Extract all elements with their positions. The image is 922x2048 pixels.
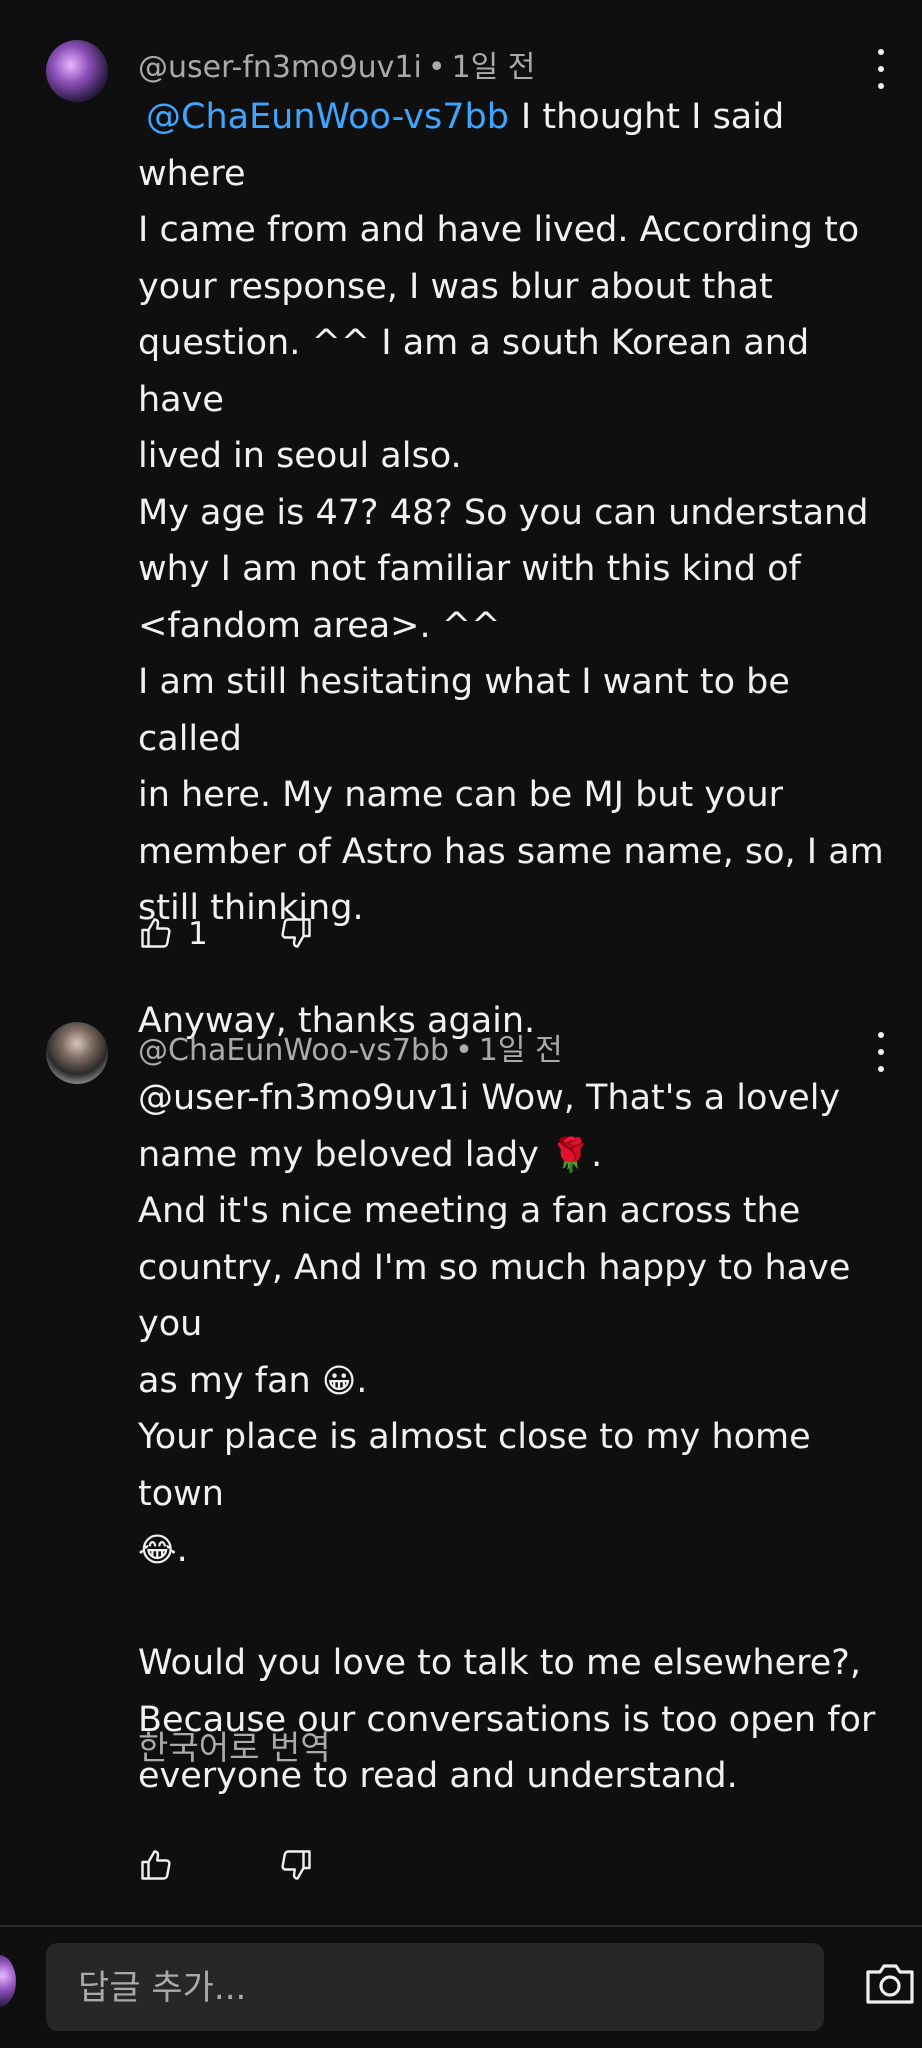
tears-of-joy-icon: 😂 xyxy=(138,1530,177,1569)
comment-actions xyxy=(138,1846,338,1890)
divider xyxy=(0,1925,922,1927)
comment-text-line: name my beloved lady xyxy=(138,1134,539,1175)
comment-text-line: country, And I'm so much happy to have y… xyxy=(138,1247,851,1345)
commenter-avatar[interactable] xyxy=(46,1022,108,1084)
comment-text-line: Wow, That's a lovely xyxy=(481,1078,841,1118)
comment-text-line: why I am not familiar with this kind of xyxy=(138,549,801,589)
thumbs-up-icon[interactable] xyxy=(138,914,174,952)
comment-text-line: Your place is almost close to my home to… xyxy=(138,1417,811,1514)
more-options-icon[interactable] xyxy=(866,49,896,89)
separator-dot: • xyxy=(427,50,446,85)
more-options-icon[interactable] xyxy=(866,1032,896,1072)
thumbs-up-icon[interactable] xyxy=(138,1846,174,1884)
comment-text-line: as my fan xyxy=(138,1360,311,1401)
comment-text-line: And it's nice meeting a fan across the xyxy=(138,1191,801,1231)
comment-time: 1일 전 xyxy=(478,1033,563,1068)
comment-author[interactable]: @ChaEunWoo-vs7bb xyxy=(138,1033,449,1068)
comment-author[interactable]: @user-fn3mo9uv1i xyxy=(138,50,422,85)
comment-text-line: lived in seoul also. xyxy=(138,436,462,476)
comment-time: 1일 전 xyxy=(451,50,536,85)
reply-box[interactable] xyxy=(46,1943,824,2033)
comment-header: @ChaEunWoo-vs7bb • 1일 전 xyxy=(138,1025,563,1069)
commenter-avatar[interactable] xyxy=(46,40,108,102)
comment-text-line: member of Astro has same name, so, I am xyxy=(138,831,884,872)
camera-icon[interactable] xyxy=(864,1962,916,2006)
thumbs-down-icon[interactable] xyxy=(278,914,314,952)
my-avatar xyxy=(0,1955,16,2007)
comment-text-line: question. ^^ I am a south Korean and hav… xyxy=(138,323,810,420)
comment-text-line: in here. My name can be MJ but your xyxy=(138,775,784,815)
translate-link[interactable]: 한국어로 번역 xyxy=(138,1721,331,1769)
thumbs-down-icon[interactable] xyxy=(278,1846,314,1884)
comment-text-line: <fandom area>. ^^ xyxy=(138,605,501,646)
comment-text-line: My age is 47? 48? So you can understand xyxy=(138,492,869,533)
comment-actions: 1 xyxy=(138,914,338,958)
like-count: 1 xyxy=(188,916,208,952)
comment-text-line: I came from and have lived. According to xyxy=(138,210,860,250)
comment-text-line: Would you love to talk to me elsewhere?, xyxy=(138,1643,861,1683)
comment-body: @ChaEunWoo-vs7bb I thought I said where I… xyxy=(138,89,898,1050)
grinning-face-icon: 😀 xyxy=(321,1360,357,1400)
punctuation: . xyxy=(591,1134,603,1175)
mention-link[interactable]: @user-fn3mo9uv1i xyxy=(138,1078,469,1118)
comment-text-line: I am still hesitating what I want to be … xyxy=(138,662,790,759)
punctuation: . xyxy=(176,1530,188,1570)
comment-text-line: your response, I was blur about that xyxy=(138,266,773,307)
comment-body: @user-fn3mo9uv1i Wow, That's a lovely nam… xyxy=(138,1070,898,1805)
separator-dot: • xyxy=(455,1033,473,1068)
rose-icon: 🌹 xyxy=(550,1134,592,1174)
comment-header: @user-fn3mo9uv1i • 1일 전 xyxy=(138,42,535,86)
reply-input[interactable] xyxy=(76,1943,780,2033)
punctuation: . xyxy=(356,1360,368,1401)
mention-link[interactable]: @ChaEunWoo-vs7bb xyxy=(146,97,509,137)
